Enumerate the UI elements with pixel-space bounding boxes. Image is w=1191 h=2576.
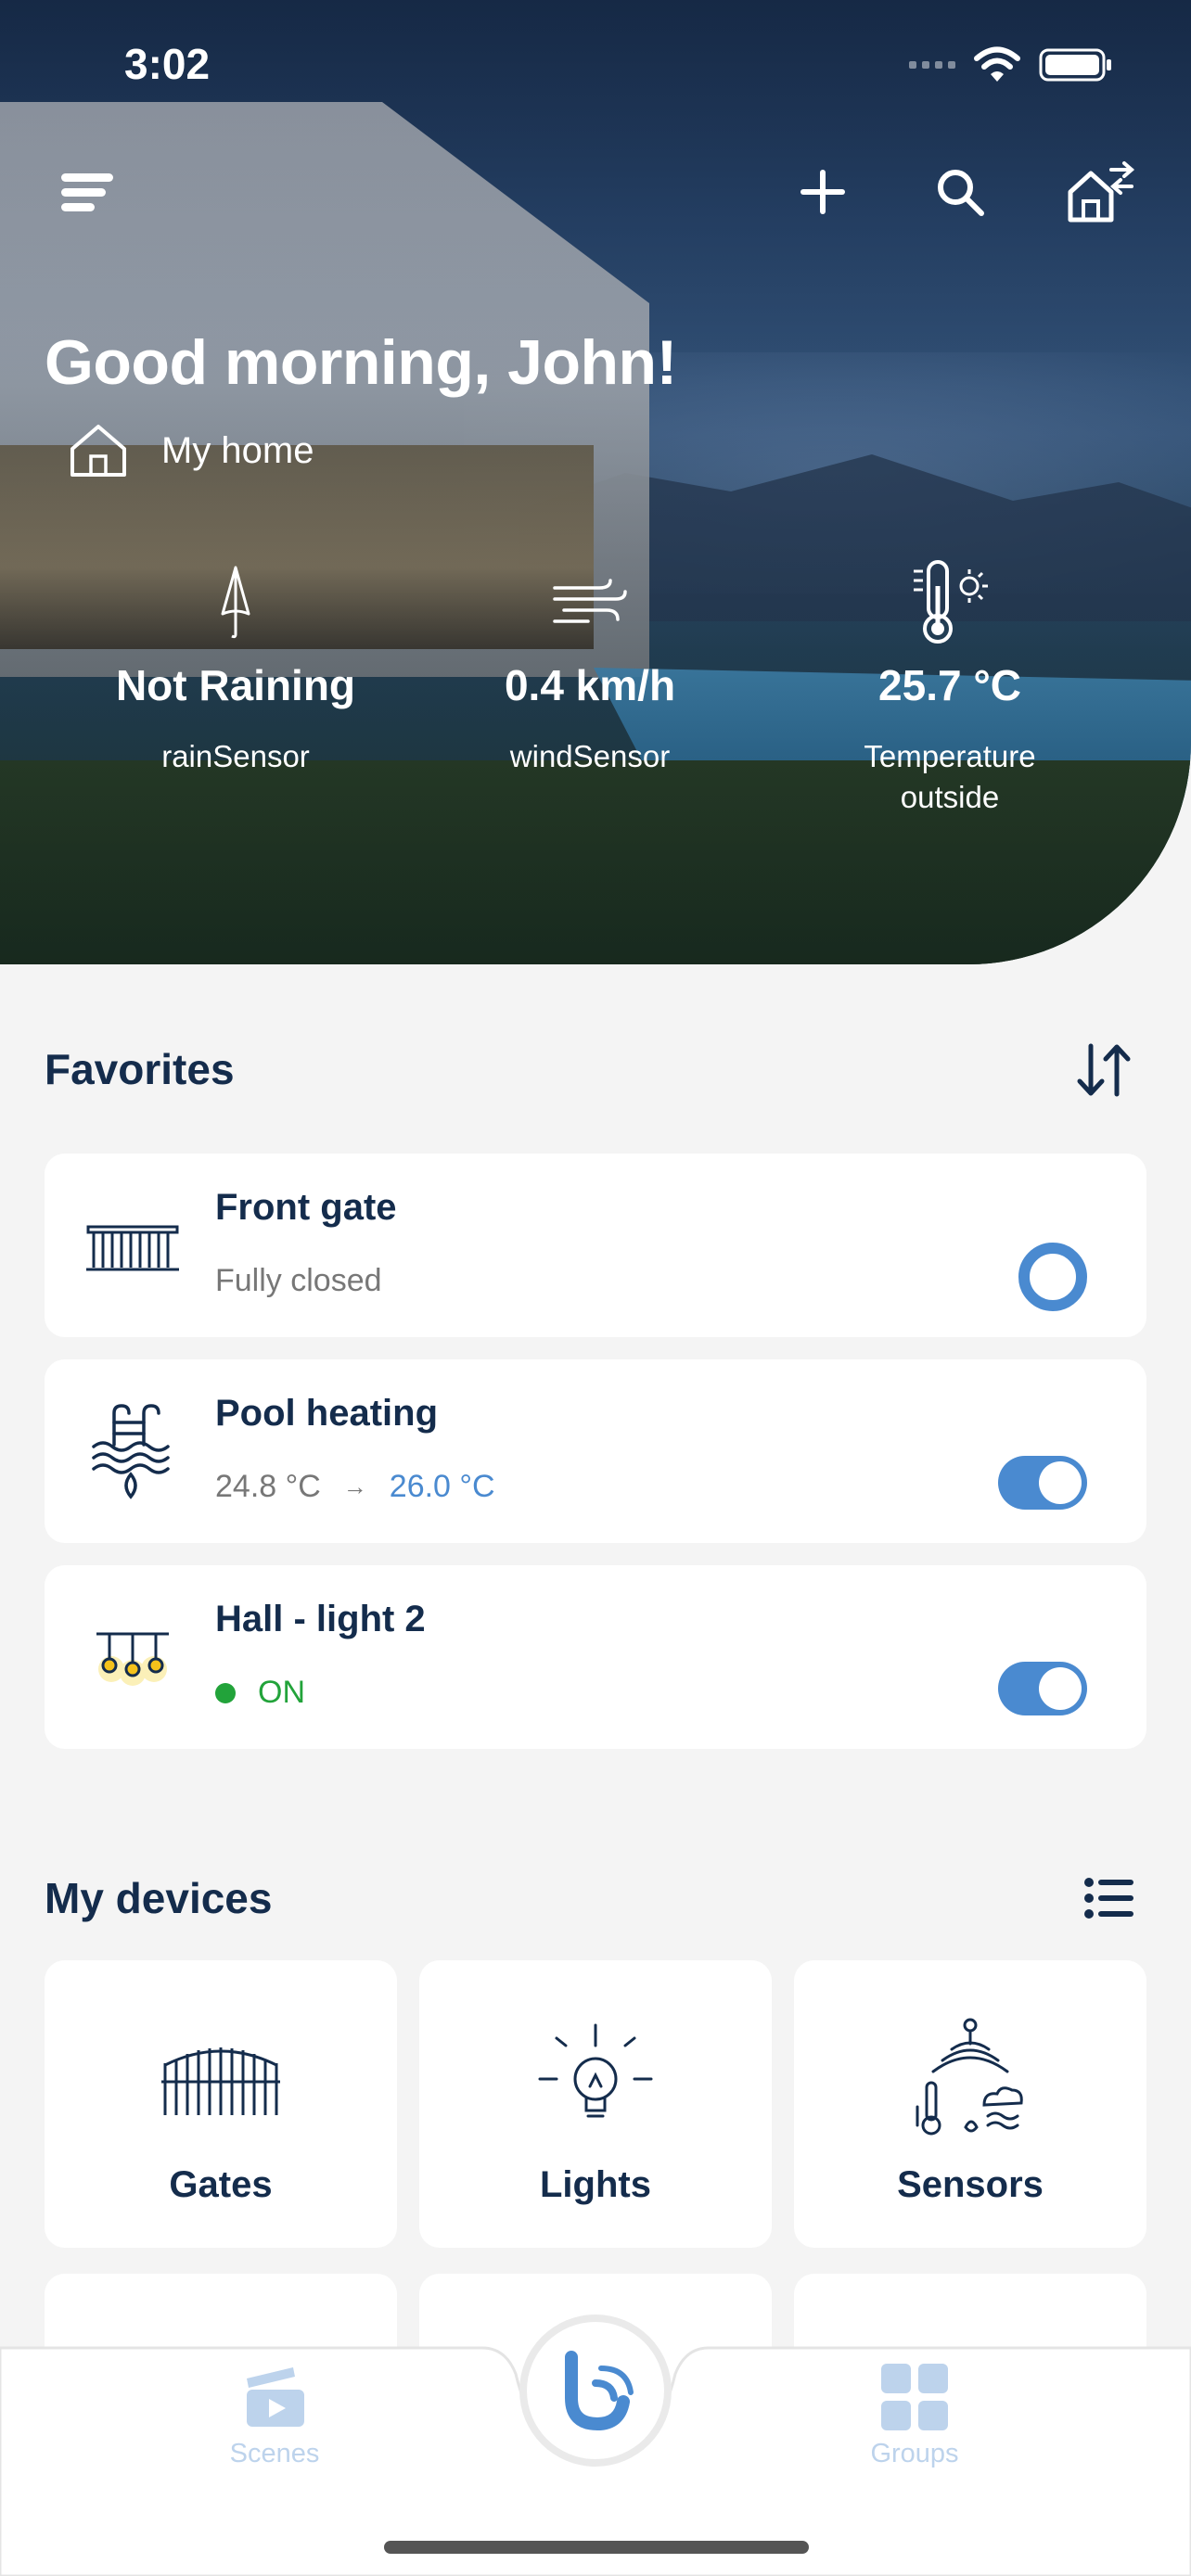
home-selector[interactable]: My home [69, 423, 314, 478]
gate-state-indicator[interactable] [1018, 1243, 1087, 1311]
status-icons [909, 46, 1113, 83]
temperature-widget[interactable]: 25.7 °C Temperature outside [783, 556, 1117, 818]
home-switch-icon [1068, 161, 1135, 223]
groups-icon [881, 2364, 948, 2430]
switch-home-button[interactable] [1063, 158, 1137, 228]
gate-icon [86, 1225, 179, 1271]
favorite-front-gate[interactable]: Front gate Fully closed [45, 1154, 1146, 1337]
device-category-label: Gates [169, 2164, 273, 2205]
list-icon [1084, 1878, 1133, 1919]
home-icon [70, 425, 126, 477]
arrow-right-icon: → [342, 1473, 367, 1500]
on-status-dot [215, 1682, 236, 1703]
device-category-lights[interactable]: Lights [419, 1960, 772, 2248]
favorite-pool-heating[interactable]: Pool heating 24.8 °C → 26.0 °C [45, 1359, 1146, 1543]
rain-sensor-widget[interactable]: Not Raining rainSensor [69, 556, 403, 777]
hero-banner [0, 0, 1191, 964]
add-button[interactable] [790, 159, 855, 224]
menu-button[interactable] [56, 165, 121, 221]
wind-icon [553, 579, 627, 623]
wind-value: 0.4 km/h [504, 661, 676, 709]
cellular-signal-icon [909, 61, 955, 69]
favorite-name: Pool heating [215, 1393, 438, 1434]
tab-scenes-label: Scenes [229, 2439, 320, 2468]
device-category-label: Lights [540, 2164, 651, 2205]
search-icon [938, 170, 984, 216]
bulb-icon [538, 2023, 653, 2118]
light-state: ON [258, 1675, 305, 1710]
wind-sensor-widget[interactable]: 0.4 km/h windSensor [423, 556, 757, 777]
favorites-title: Favorites [45, 1045, 235, 1093]
brand-logo-icon [565, 2351, 634, 2431]
wind-label: windSensor [509, 739, 671, 773]
device-category-label: Sensors [897, 2164, 1044, 2205]
list-view-button[interactable] [1083, 1875, 1135, 1926]
sort-favorites-button[interactable] [1074, 1042, 1135, 1103]
pool-current-temp: 24.8 °C [215, 1469, 321, 1504]
favorite-name: Front gate [215, 1187, 397, 1228]
menu-icon [61, 173, 113, 211]
plus-icon [800, 170, 845, 214]
device-category-sensors[interactable]: Sensors [794, 1960, 1146, 2248]
pool-heating-toggle[interactable] [998, 1456, 1087, 1510]
hall-light-toggle[interactable] [998, 1662, 1087, 1715]
pool-heating-icon [92, 1404, 170, 1499]
search-button[interactable] [928, 159, 992, 224]
chandelier-icon [96, 1632, 169, 1686]
pool-target-temp: 26.0 °C [389, 1469, 495, 1504]
favorite-status: Fully closed [215, 1263, 382, 1298]
thermometer-sun-icon [914, 560, 988, 644]
status-time: 3:02 [124, 40, 211, 88]
center-home-button[interactable] [527, 2322, 664, 2459]
scenes-icon [247, 2367, 304, 2427]
home-name: My home [161, 429, 314, 471]
favorite-hall-light[interactable]: Hall - light 2 ON [45, 1565, 1146, 1749]
sensors-icon [916, 2018, 1023, 2136]
device-category-gates[interactable]: Gates [45, 1960, 397, 2248]
rain-value: Not Raining [115, 661, 356, 709]
my-devices-title: My devices [45, 1874, 273, 1922]
sort-arrows-icon [1077, 1043, 1131, 1097]
gates-icon [161, 2047, 280, 2115]
umbrella-icon [221, 566, 250, 639]
tab-groups-label: Groups [870, 2439, 959, 2468]
temperature-value: 25.7 °C [878, 661, 1021, 709]
temperature-label: Temperature outside [864, 739, 1036, 814]
battery-icon [1039, 48, 1111, 82]
greeting-title: Good morning, John! [45, 327, 677, 398]
favorite-name: Hall - light 2 [215, 1599, 426, 1639]
rain-label: rainSensor [161, 739, 310, 773]
tab-scenes[interactable]: Scenes [200, 2355, 349, 2469]
app-screen: 3:02 Good morning, John! My home Not Rai… [0, 0, 1191, 2576]
home-indicator[interactable] [384, 2541, 809, 2554]
tab-groups[interactable]: Groups [840, 2355, 989, 2469]
wifi-icon [974, 46, 1020, 82]
